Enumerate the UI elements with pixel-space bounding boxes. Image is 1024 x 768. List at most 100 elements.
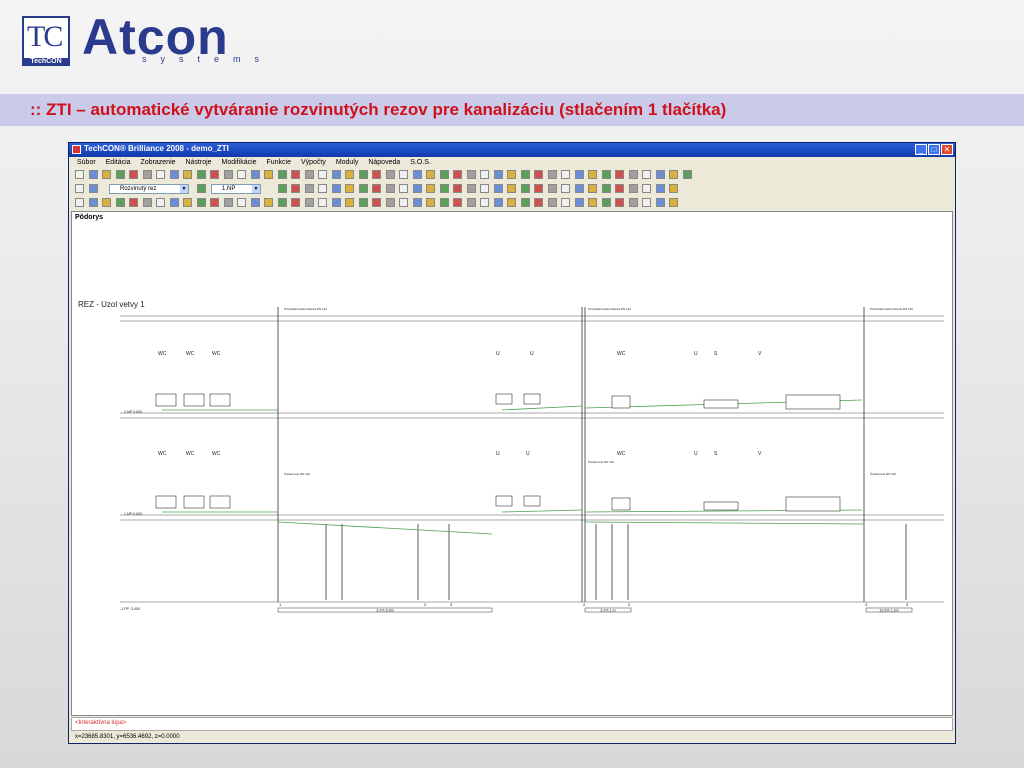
toolbar-tool-icon[interactable] [183,198,192,207]
toolbar-tool-icon[interactable] [439,170,449,179]
menu-napoveda[interactable]: Nápoveda [368,157,400,168]
toolbar-tool-icon[interactable] [493,184,503,193]
toolbar-tool-icon[interactable] [318,184,327,193]
toolbar-tool-icon[interactable] [196,198,206,207]
layer-combo[interactable]: Rozvinutý rez ▼ [109,184,189,194]
toolbar-tool-icon[interactable] [237,198,246,207]
toolbar-tool-icon[interactable] [318,198,327,207]
floor-combo[interactable]: 1.NP ▼ [211,184,261,194]
command-line[interactable]: <Interaktívna lupa> [71,717,953,731]
toolbar-tool-icon[interactable] [385,184,395,193]
toolbar-tool-icon[interactable] [142,198,152,207]
toolbar-tool-icon[interactable] [493,170,503,179]
toolbar-tool-icon[interactable] [561,170,570,179]
toolbar-tool-icon[interactable] [358,198,368,207]
toolbar-tool-icon[interactable] [669,198,678,207]
toolbar-tool-icon[interactable] [534,184,543,193]
toolbar-tool-icon[interactable] [480,170,489,179]
menu-sos[interactable]: S.O.S. [410,157,431,168]
toolbar-tool-icon[interactable] [372,170,381,179]
toolbar-tool-icon[interactable] [345,170,354,179]
toolbar-tool-icon[interactable] [534,198,543,207]
toolbar-tool-icon[interactable] [385,198,395,207]
toolbar-tool-icon[interactable] [507,170,516,179]
toolbar-tool-icon[interactable] [466,198,476,207]
toolbar-tool-icon[interactable] [75,198,84,207]
toolbar-tool-icon[interactable] [142,170,152,179]
toolbar-tool-icon[interactable] [304,198,314,207]
toolbar-tool-icon[interactable] [277,184,287,193]
toolbar-tool-icon[interactable] [669,184,678,193]
toolbar-tool-icon[interactable] [318,170,327,179]
toolbar-tool-icon[interactable] [655,184,665,193]
toolbar-tool-icon[interactable] [291,170,300,179]
toolbar-tool-icon[interactable] [399,170,408,179]
toolbar-tool-icon[interactable] [439,198,449,207]
toolbar-tool-icon[interactable] [655,198,665,207]
toolbar-tool-icon[interactable] [520,184,530,193]
toolbar-tool-icon[interactable] [223,198,233,207]
window-titlebar[interactable]: TechCON® Brilliance 2008 - demo_ZTI _ □ … [69,143,955,157]
toolbar-tool-icon[interactable] [453,198,462,207]
toolbar-tool-icon[interactable] [129,170,138,179]
toolbar-tool-icon[interactable] [642,170,651,179]
toolbar-tool-icon[interactable] [277,170,287,179]
toolbar-tool-icon[interactable] [196,184,206,193]
toolbar-tool-icon[interactable] [628,170,638,179]
toolbar-tool-icon[interactable] [574,198,584,207]
toolbar-tool-icon[interactable] [331,170,341,179]
toolbar-tool-icon[interactable] [520,198,530,207]
toolbar-tool-icon[interactable] [615,170,624,179]
toolbar-tool-icon[interactable] [574,170,584,179]
toolbar-tool-icon[interactable] [426,184,435,193]
toolbar-tool-icon[interactable] [439,184,449,193]
toolbar-tool-icon[interactable] [237,170,246,179]
toolbar-tool-icon[interactable] [304,184,314,193]
toolbar-tool-icon[interactable] [601,170,611,179]
menu-vypocty[interactable]: Výpočty [301,157,326,168]
toolbar-tool-icon[interactable] [264,198,273,207]
toolbar-tool-icon[interactable] [196,170,206,179]
toolbar-tool-icon[interactable] [588,170,597,179]
toolbar-tool-icon[interactable] [88,198,98,207]
toolbar-tool-icon[interactable] [169,198,179,207]
toolbar-tool-icon[interactable] [331,198,341,207]
toolbar-tool-icon[interactable] [588,198,597,207]
toolbar-tool-icon[interactable] [345,184,354,193]
toolbar-tool-icon[interactable] [183,170,192,179]
toolbar-tool-icon[interactable] [291,184,300,193]
toolbar-tool-icon[interactable] [628,198,638,207]
toolbar-tool-icon[interactable] [520,170,530,179]
toolbar-tool-icon[interactable] [507,184,516,193]
toolbar-tool-icon[interactable] [264,170,273,179]
toolbar-tool-icon[interactable] [669,170,678,179]
toolbar-tool-icon[interactable] [102,170,111,179]
toolbar-tool-icon[interactable] [75,184,84,193]
toolbar-tool-icon[interactable] [412,198,422,207]
toolbar-tool-icon[interactable] [210,170,219,179]
toolbar-tool-icon[interactable] [561,184,570,193]
toolbar-tool-icon[interactable] [534,170,543,179]
toolbar-tool-icon[interactable] [102,198,111,207]
toolbar-tool-icon[interactable] [588,184,597,193]
toolbar-tool-icon[interactable] [507,198,516,207]
toolbar-tool-icon[interactable] [601,198,611,207]
toolbar-tool-icon[interactable] [601,184,611,193]
menu-subor[interactable]: Súbor [77,157,96,168]
menu-funkcie[interactable]: Funkcie [266,157,291,168]
toolbar-tool-icon[interactable] [615,198,624,207]
toolbar-tool-icon[interactable] [277,198,287,207]
menu-nastroje[interactable]: Nástroje [185,157,211,168]
toolbar-tool-icon[interactable] [642,198,651,207]
toolbar-tool-icon[interactable] [466,184,476,193]
toolbar-tool-icon[interactable] [480,198,489,207]
toolbar-tool-icon[interactable] [453,184,462,193]
toolbar-tool-icon[interactable] [115,170,125,179]
toolbar-tool-icon[interactable] [399,198,408,207]
toolbar-tool-icon[interactable] [223,170,233,179]
toolbar-tool-icon[interactable] [615,184,624,193]
toolbar-tool-icon[interactable] [480,184,489,193]
menu-modifikacie[interactable]: Modifikácie [222,157,257,168]
menu-zobrazenie[interactable]: Zobrazenie [141,157,176,168]
toolbar-tool-icon[interactable] [129,198,138,207]
